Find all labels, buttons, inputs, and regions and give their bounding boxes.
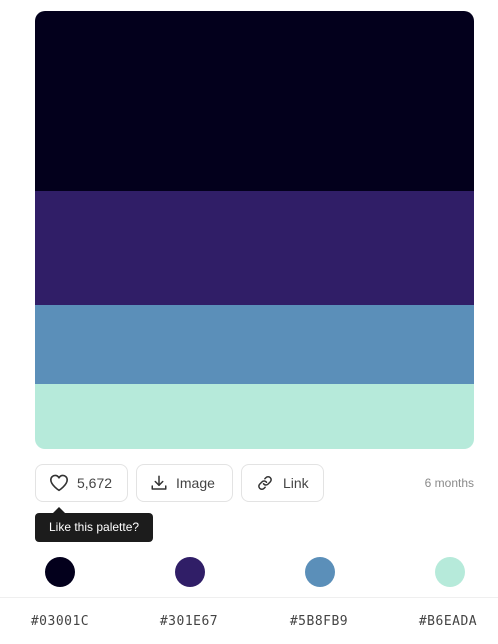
color-dot-1[interactable]	[45, 557, 75, 587]
like-tooltip: Like this palette?	[35, 507, 154, 542]
color-dot-4[interactable]	[435, 557, 465, 587]
like-count: 5,672	[77, 475, 113, 491]
image-button[interactable]: Image	[136, 464, 233, 502]
image-button-label: Image	[176, 475, 215, 491]
download-icon	[151, 475, 167, 490]
like-button[interactable]: 5,672	[35, 464, 128, 502]
color-dot-2[interactable]	[175, 557, 205, 587]
palette-swatch-2[interactable]	[35, 191, 474, 305]
palette-swatch-4[interactable]	[35, 384, 474, 449]
color-dot-3[interactable]	[305, 557, 335, 587]
heart-icon	[49, 474, 68, 492]
palette-swatch-1[interactable]	[35, 11, 474, 191]
link-button[interactable]: Link	[241, 464, 324, 502]
color-codes: #03001C #301E67 #5B8FB9 #B6EADA	[0, 614, 498, 634]
color-code-2[interactable]: #301E67	[139, 614, 239, 629]
tooltip-text: Like this palette?	[49, 520, 140, 534]
action-bar: 5,672 Image Link 6 months	[35, 464, 474, 502]
color-dots	[0, 557, 498, 587]
color-code-3[interactable]: #5B8FB9	[269, 614, 369, 629]
color-code-4[interactable]: #B6EADA	[398, 614, 498, 629]
palette-swatch-3[interactable]	[35, 305, 474, 384]
palette-preview[interactable]	[35, 11, 474, 449]
color-code-1[interactable]: #03001C	[10, 614, 110, 629]
divider	[0, 597, 498, 598]
link-button-label: Link	[283, 475, 309, 491]
palette-age: 6 months	[424, 476, 474, 490]
link-icon	[258, 475, 272, 491]
